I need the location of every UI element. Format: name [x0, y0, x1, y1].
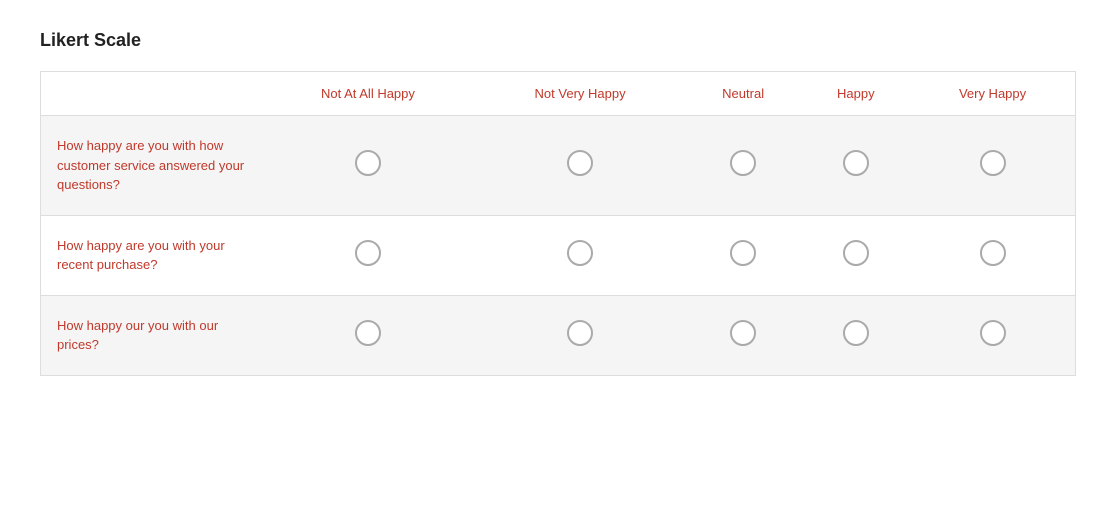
- table-row: How happy our you with our prices?: [41, 295, 1076, 375]
- radio-cell-1-very-happy: [910, 116, 1075, 216]
- col-header-very-happy: Very Happy: [910, 72, 1075, 116]
- radio-1-very-happy[interactable]: [980, 150, 1006, 176]
- radio-3-neutral[interactable]: [730, 320, 756, 346]
- col-header-happy: Happy: [802, 72, 911, 116]
- radio-3-very-happy[interactable]: [980, 320, 1006, 346]
- radio-2-happy[interactable]: [843, 240, 869, 266]
- radio-cell-3-very-happy: [910, 295, 1075, 375]
- radio-cell-3-not-at-all-happy: [261, 295, 476, 375]
- radio-1-not-very-happy[interactable]: [567, 150, 593, 176]
- table-row: How happy are you with how customer serv…: [41, 116, 1076, 216]
- col-header-not-at-all-happy: Not At All Happy: [261, 72, 476, 116]
- radio-2-neutral[interactable]: [730, 240, 756, 266]
- question-cell-3: How happy our you with our prices?: [41, 295, 261, 375]
- page-title: Likert Scale: [40, 30, 1076, 51]
- radio-cell-2-very-happy: [910, 215, 1075, 295]
- radio-cell-2-not-very-happy: [475, 215, 684, 295]
- radio-3-not-at-all-happy[interactable]: [355, 320, 381, 346]
- col-header-not-very-happy: Not Very Happy: [475, 72, 684, 116]
- likert-table: Not At All Happy Not Very Happy Neutral …: [40, 71, 1076, 376]
- radio-cell-3-happy: [802, 295, 911, 375]
- radio-1-neutral[interactable]: [730, 150, 756, 176]
- question-cell-1: How happy are you with how customer serv…: [41, 116, 261, 216]
- radio-3-happy[interactable]: [843, 320, 869, 346]
- col-header-question: [41, 72, 261, 116]
- radio-cell-1-not-at-all-happy: [261, 116, 476, 216]
- radio-2-not-at-all-happy[interactable]: [355, 240, 381, 266]
- radio-2-not-very-happy[interactable]: [567, 240, 593, 266]
- radio-cell-3-not-very-happy: [475, 295, 684, 375]
- radio-cell-1-not-very-happy: [475, 116, 684, 216]
- radio-cell-2-neutral: [685, 215, 802, 295]
- question-cell-2: How happy are you with your recent purch…: [41, 215, 261, 295]
- radio-1-happy[interactable]: [843, 150, 869, 176]
- radio-2-very-happy[interactable]: [980, 240, 1006, 266]
- col-header-neutral: Neutral: [685, 72, 802, 116]
- table-row: How happy are you with your recent purch…: [41, 215, 1076, 295]
- radio-cell-1-happy: [802, 116, 911, 216]
- table-header-row: Not At All Happy Not Very Happy Neutral …: [41, 72, 1076, 116]
- radio-3-not-very-happy[interactable]: [567, 320, 593, 346]
- radio-1-not-at-all-happy[interactable]: [355, 150, 381, 176]
- radio-cell-2-happy: [802, 215, 911, 295]
- radio-cell-3-neutral: [685, 295, 802, 375]
- radio-cell-1-neutral: [685, 116, 802, 216]
- radio-cell-2-not-at-all-happy: [261, 215, 476, 295]
